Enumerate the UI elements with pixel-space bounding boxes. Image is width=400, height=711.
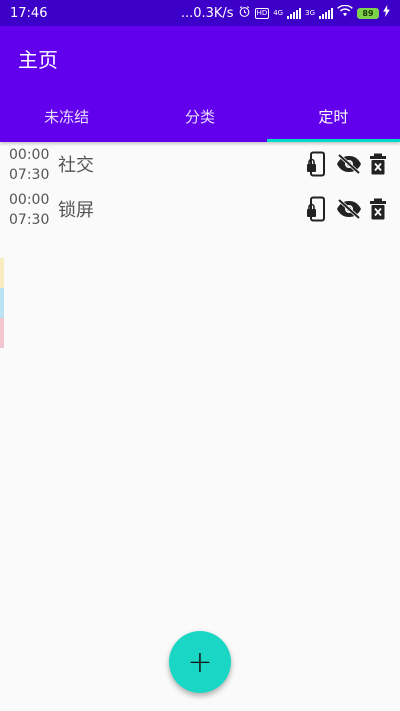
signal-icon-secondary xyxy=(319,7,333,19)
network-3g-label: 3G xyxy=(305,8,315,17)
status-icons: ...0.3K/s HD 4G 3G 89 xyxy=(180,4,390,22)
wifi-icon xyxy=(337,4,353,21)
network-4g-label: 4G xyxy=(273,8,284,17)
start-time: 00:00 xyxy=(9,147,50,163)
status-bar: 17:46 ...0.3K/s HD 4G 3G 89 xyxy=(0,0,400,26)
eye-off-icon[interactable] xyxy=(336,154,362,174)
add-button[interactable]: + xyxy=(169,631,231,693)
schedule-list: 00:00 07:30 社交 00:00 07:30 锁屏 xyxy=(0,145,400,235)
page-title: 主页 xyxy=(18,47,58,72)
list-item[interactable]: 00:00 07:30 社交 xyxy=(0,145,400,190)
app-bar: 主页 xyxy=(0,26,400,90)
tab-timed[interactable]: 定时 xyxy=(266,90,400,142)
tab-label: 定时 xyxy=(318,107,349,126)
battery-icon: 89 xyxy=(357,7,379,19)
status-time: 17:46 xyxy=(10,5,48,21)
schedule-times: 00:00 07:30 xyxy=(9,145,53,185)
schedule-times: 00:00 07:30 xyxy=(9,190,53,230)
net-speed: ...0.3K/s xyxy=(180,5,234,21)
tab-label: 未冻结 xyxy=(44,107,90,126)
charging-icon xyxy=(383,5,390,21)
tab-label: 分类 xyxy=(184,107,215,126)
phone-lock-icon[interactable] xyxy=(306,151,328,177)
side-strip-blue xyxy=(0,288,4,318)
plus-icon: + xyxy=(187,644,213,680)
hd-badge: HD xyxy=(254,7,270,19)
signal-icon xyxy=(287,7,302,19)
alarm-clock-icon xyxy=(238,5,251,22)
delete-icon[interactable] xyxy=(370,198,386,220)
tab-category[interactable]: 分类 xyxy=(133,90,266,142)
side-strip-pink xyxy=(0,318,4,348)
end-time: 07:30 xyxy=(9,167,50,183)
tab-unfrozen[interactable]: 未冻结 xyxy=(0,90,133,142)
start-time: 00:00 xyxy=(9,192,50,208)
phone-lock-icon[interactable] xyxy=(306,196,328,222)
eye-off-icon[interactable] xyxy=(336,199,362,219)
end-time: 07:30 xyxy=(9,212,50,228)
list-item[interactable]: 00:00 07:30 锁屏 xyxy=(0,190,400,235)
tab-bar: 未冻结 分类 定时 xyxy=(0,90,400,142)
delete-icon[interactable] xyxy=(370,153,386,175)
schedule-name: 社交 xyxy=(58,155,94,176)
schedule-name: 锁屏 xyxy=(58,200,94,221)
side-strip-yellow xyxy=(0,258,4,288)
row-actions xyxy=(306,196,386,222)
row-actions xyxy=(306,151,386,177)
